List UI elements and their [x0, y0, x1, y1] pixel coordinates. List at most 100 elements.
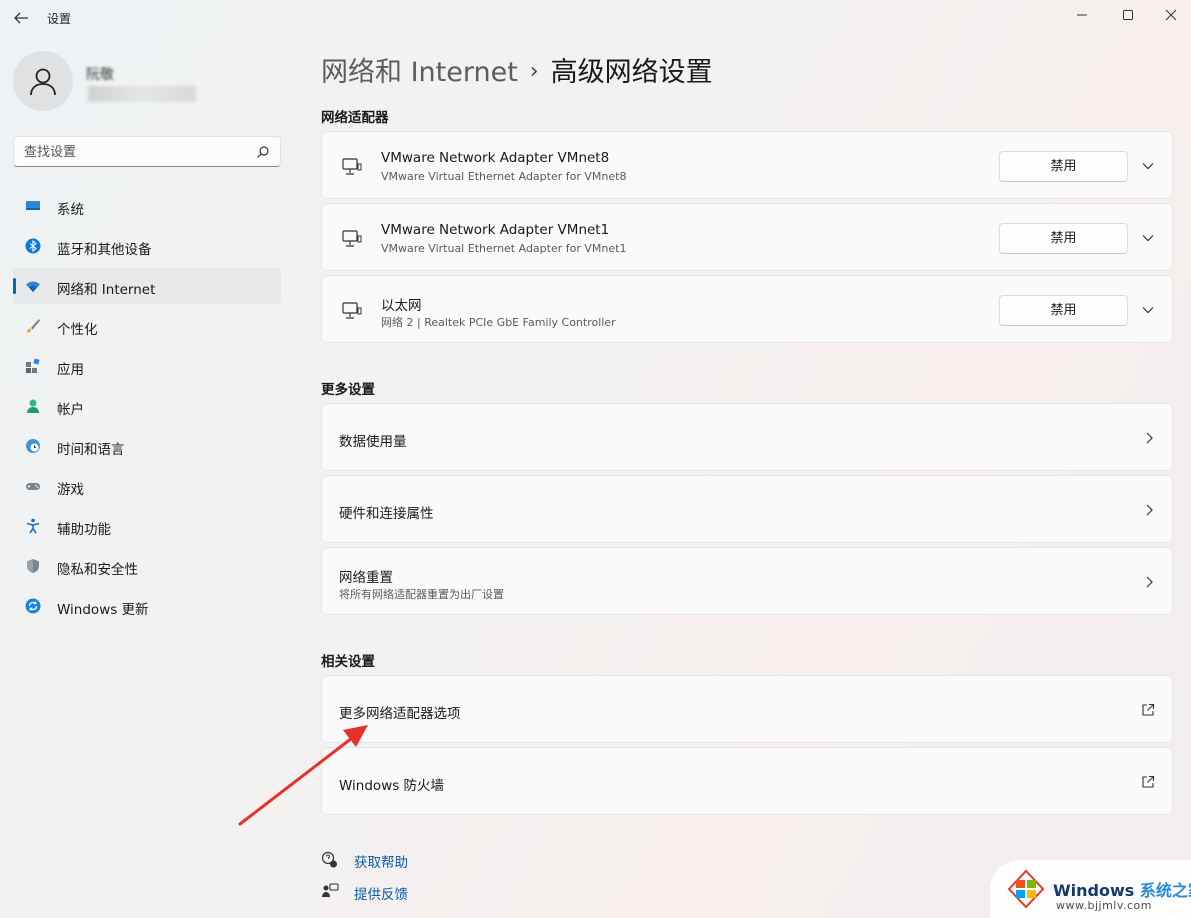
- bluetooth-icon: [25, 238, 41, 254]
- sidebar-item-system[interactable]: 系统: [13, 188, 281, 224]
- disable-button[interactable]: 禁用: [999, 223, 1128, 254]
- maximize-button[interactable]: [1105, 0, 1151, 30]
- sidebar-nav: 系统 蓝牙和其他设备 网络和 Internet 个性化 应用 帐户 时间和语言 …: [13, 188, 281, 628]
- sidebar-item-label: 隐私和安全性: [57, 562, 138, 578]
- adapter-description: VMware Virtual Ethernet Adapter for VMne…: [381, 242, 627, 255]
- back-arrow-icon[interactable]: [12, 9, 30, 27]
- row-label: Windows 防火墙: [339, 778, 445, 794]
- section-heading-more-settings: 更多设置: [321, 382, 375, 398]
- sidebar-item-network[interactable]: 网络和 Internet: [13, 268, 281, 304]
- adapter-name: 以太网: [381, 298, 422, 314]
- more-adapter-options-row[interactable]: 更多网络适配器选项: [321, 675, 1173, 743]
- sidebar-item-privacy[interactable]: 隐私和安全性: [13, 548, 281, 584]
- wifi-icon: [26, 281, 40, 292]
- network-adapter-icon: [342, 302, 362, 319]
- page-title: 高级网络设置: [550, 57, 713, 88]
- sidebar-item-time-language[interactable]: 时间和语言: [13, 428, 281, 464]
- watermark-brand: Windows: [1053, 881, 1135, 900]
- chevron-down-icon[interactable]: [1141, 231, 1155, 245]
- watermark: Windows 系统之家 www.bjjmlv.com: [990, 860, 1191, 918]
- windows-firewall-row[interactable]: Windows 防火墙: [321, 747, 1173, 815]
- account-icon: [27, 399, 39, 413]
- row-label: 更多网络适配器选项: [339, 706, 461, 722]
- chevron-down-icon[interactable]: [1141, 159, 1155, 173]
- row-label: 数据使用量: [339, 434, 407, 450]
- user-email-redacted: [88, 86, 196, 102]
- row-label: 硬件和连接属性: [339, 506, 434, 522]
- section-heading-related: 相关设置: [321, 654, 375, 670]
- sidebar-item-accounts[interactable]: 帐户: [13, 388, 281, 424]
- watermark-title: Windows 系统之家: [1053, 877, 1191, 901]
- adapter-description: 网络 2 | Realtek PCIe GbE Family Controlle…: [381, 316, 616, 329]
- help-chat-icon: [321, 851, 337, 868]
- network-adapter-icon: [342, 230, 362, 247]
- data-usage-row[interactable]: 数据使用量: [321, 403, 1173, 471]
- user-icon: [30, 68, 56, 96]
- sidebar-item-label: 游戏: [57, 482, 84, 498]
- sidebar-item-gaming[interactable]: 游戏: [13, 468, 281, 504]
- sidebar-item-label: 帐户: [57, 402, 84, 418]
- gamepad-icon: [26, 483, 40, 490]
- windows-logo-icon: [1007, 869, 1045, 909]
- adapter-name: VMware Network Adapter VMnet1: [381, 222, 610, 238]
- feedback-label: 提供反馈: [354, 887, 408, 903]
- user-name: 阮敬: [86, 67, 114, 83]
- update-icon: [25, 598, 41, 614]
- row-label: 网络重置: [339, 570, 393, 586]
- get-help-label: 获取帮助: [354, 855, 408, 871]
- sidebar-item-label: 个性化: [57, 322, 98, 338]
- chevron-down-icon[interactable]: [1141, 303, 1155, 317]
- hardware-properties-row[interactable]: 硬件和连接属性: [321, 475, 1173, 543]
- breadcrumb: 网络和 Internet › 高级网络设置: [321, 50, 713, 89]
- chevron-right-icon: [1146, 576, 1153, 588]
- clock-globe-icon: [26, 439, 40, 453]
- close-button[interactable]: [1151, 0, 1191, 30]
- sidebar-item-bluetooth[interactable]: 蓝牙和其他设备: [13, 228, 281, 264]
- brush-icon: [27, 319, 40, 333]
- sidebar-item-label: 应用: [57, 362, 84, 378]
- breadcrumb-parent[interactable]: 网络和 Internet: [321, 57, 518, 88]
- avatar[interactable]: [13, 51, 73, 111]
- sidebar-item-label: 网络和 Internet: [57, 282, 156, 298]
- apps-icon: [26, 358, 40, 373]
- disable-button[interactable]: 禁用: [999, 151, 1128, 182]
- breadcrumb-separator: ›: [529, 59, 539, 84]
- disable-button[interactable]: 禁用: [999, 295, 1128, 326]
- adapter-card-vmnet1[interactable]: VMware Network Adapter VMnet1 VMware Vir…: [321, 203, 1173, 271]
- adapter-card-vmnet8[interactable]: VMware Network Adapter VMnet8 VMware Vir…: [321, 131, 1173, 199]
- search-icon[interactable]: [256, 145, 270, 159]
- search-box[interactable]: [13, 136, 281, 167]
- section-heading-adapters: 网络适配器: [321, 110, 389, 126]
- sidebar-item-accessibility[interactable]: 辅助功能: [13, 508, 281, 544]
- app-title: 设置: [47, 12, 72, 26]
- adapter-description: VMware Virtual Ethernet Adapter for VMne…: [381, 170, 627, 183]
- feedback-icon: [322, 883, 339, 897]
- adapter-card-ethernet[interactable]: 以太网 网络 2 | Realtek PCIe GbE Family Contr…: [321, 275, 1173, 343]
- sidebar-item-personalization[interactable]: 个性化: [13, 308, 281, 344]
- sidebar-item-label: 系统: [57, 202, 84, 218]
- sidebar-item-windows-update[interactable]: Windows 更新: [13, 588, 281, 624]
- maximize-icon: [1123, 10, 1133, 20]
- sidebar-item-label: Windows 更新: [57, 602, 149, 618]
- external-link-icon: [1142, 703, 1155, 716]
- row-description: 将所有网络适配器重置为出厂设置: [339, 588, 504, 601]
- chevron-right-icon: [1146, 432, 1153, 444]
- accessibility-icon: [26, 518, 40, 534]
- minimize-button[interactable]: [1059, 0, 1105, 30]
- shield-icon: [27, 559, 39, 573]
- sidebar-item-label: 时间和语言: [57, 442, 125, 458]
- watermark-url: www.bjjmlv.com: [1056, 899, 1152, 912]
- feedback-link[interactable]: 提供反馈: [321, 883, 408, 903]
- minimize-icon: [1077, 14, 1087, 16]
- sidebar-item-label: 蓝牙和其他设备: [57, 242, 152, 258]
- chevron-right-icon: [1146, 504, 1153, 516]
- watermark-suffix: 系统之家: [1139, 881, 1191, 900]
- external-link-icon: [1142, 775, 1155, 788]
- network-reset-row[interactable]: 网络重置 将所有网络适配器重置为出厂设置: [321, 547, 1173, 615]
- adapter-name: VMware Network Adapter VMnet8: [381, 150, 610, 166]
- sidebar-item-label: 辅助功能: [57, 522, 111, 538]
- sidebar-item-apps[interactable]: 应用: [13, 348, 281, 384]
- search-input[interactable]: [24, 143, 244, 161]
- network-adapter-icon: [342, 158, 362, 175]
- get-help-link[interactable]: 获取帮助: [321, 851, 408, 871]
